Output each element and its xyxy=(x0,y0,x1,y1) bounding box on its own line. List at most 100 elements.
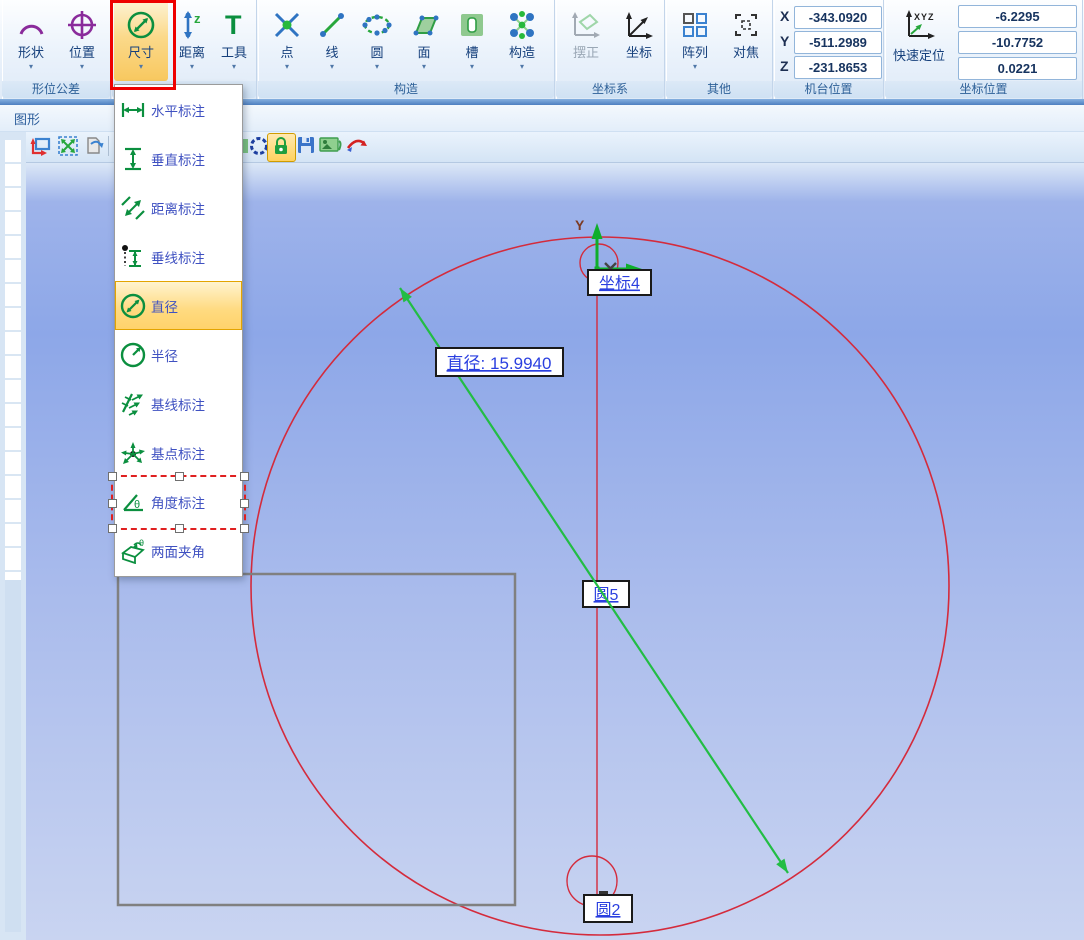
focus-bracket-icon xyxy=(730,5,762,45)
svg-text:z: z xyxy=(194,11,201,26)
angle-dimension-icon: θ xyxy=(115,489,151,515)
diameter-value-label[interactable]: 直径: 15.9940 xyxy=(436,348,563,376)
align-axes-icon xyxy=(570,5,602,45)
group-label-coord-position: 坐标位置 xyxy=(885,81,1082,98)
array-button[interactable]: 阵列 ▾ xyxy=(672,1,718,81)
basepoint-dimension-icon xyxy=(115,440,151,466)
group-label-coordsys: 坐标系 xyxy=(556,81,664,98)
menu-item-vertical-dimension[interactable]: 垂直标注 xyxy=(115,134,242,183)
svg-text:θ: θ xyxy=(139,538,144,548)
left-dock-strip[interactable] xyxy=(0,132,26,940)
group-label-form-tolerance: 形位公差 xyxy=(2,81,110,98)
menu-item-dihedral-angle[interactable]: θ 两面夹角 xyxy=(115,526,242,575)
pan-view-icon[interactable] xyxy=(30,135,52,157)
chevron-down-icon: ▾ xyxy=(139,62,143,71)
quick-locate-axes-icon: XYZ xyxy=(901,5,945,45)
svg-text:XYZ: XYZ xyxy=(914,12,935,22)
point-label: 点 xyxy=(280,45,293,60)
coord-value-1[interactable]: -6.2295 xyxy=(958,5,1077,28)
svg-text:圆5: 圆5 xyxy=(594,587,619,604)
coord-value-2[interactable]: -10.7752 xyxy=(958,31,1077,54)
coord-value-3[interactable]: 0.0221 xyxy=(958,57,1077,80)
ribbon-group-coord-position: XYZ 快速定位 -6.2295 -10.7752 0.0221 坐标位置 xyxy=(885,0,1083,99)
chevron-down-icon: ▾ xyxy=(80,62,84,71)
slot-button[interactable]: 槽 ▾ xyxy=(450,1,494,81)
coordinate-label: 坐标 xyxy=(626,45,652,60)
menu-item-radius[interactable]: 半径 xyxy=(115,330,242,379)
quick-locate-button[interactable]: XYZ 快速定位 xyxy=(891,1,955,81)
slot-icon xyxy=(458,5,486,45)
array-grid-icon xyxy=(681,5,709,45)
ribbon-group-construct: 点 ▾ 线 ▾ 圆 ▾ 面 ▾ 槽 xyxy=(258,0,555,99)
circle-icon xyxy=(361,5,393,45)
svg-text:θ: θ xyxy=(134,499,140,511)
menu-item-basepoint-dimension[interactable]: 基点标注 xyxy=(115,428,242,477)
perpendicular-dimension-icon xyxy=(115,244,151,270)
point-icon xyxy=(272,5,302,45)
point-button[interactable]: 点 ▾ xyxy=(266,1,308,81)
chevron-down-icon: ▾ xyxy=(232,62,236,71)
svg-text:坐标4: 坐标4 xyxy=(599,275,640,293)
position-target-icon xyxy=(67,5,97,45)
line-label: 线 xyxy=(325,45,338,60)
tab-graphics[interactable]: 图形 xyxy=(14,109,40,128)
flip-page-icon[interactable] xyxy=(84,135,106,157)
ribbon-group-form-tolerance: 形状 ▾ 位置 ▾ 形位公差 xyxy=(2,0,111,99)
coord4-label[interactable]: 坐标4 xyxy=(588,270,651,295)
dimension-dropdown-menu: 水平标注 垂直标注 距离标注 垂线标注 直径 半径 xyxy=(114,84,243,577)
y-axis-label: Y xyxy=(575,217,585,233)
dimension-button[interactable]: 尺寸 ▾ xyxy=(114,1,168,81)
dihedral-angle-icon: θ xyxy=(115,538,151,564)
menu-item-perpendicular-dimension[interactable]: 垂线标注 xyxy=(115,232,242,281)
horizontal-dimension-icon xyxy=(115,97,151,123)
chevron-down-icon: ▾ xyxy=(693,62,697,71)
tools-button[interactable]: T 工具 ▾ xyxy=(214,1,254,81)
menu-item-distance-dimension[interactable]: 距离标注 xyxy=(115,183,242,232)
position-button[interactable]: 位置 ▾ xyxy=(58,1,106,81)
coordinate-button[interactable]: 坐标 xyxy=(616,1,662,81)
plane-label: 面 xyxy=(417,45,430,60)
svg-text:直径: 15.9940: 直径: 15.9940 xyxy=(447,354,552,373)
plane-button[interactable]: 面 ▾ xyxy=(402,1,446,81)
ribbon-group-coordsys: 摆正 坐标 坐标系 xyxy=(556,0,665,99)
menu-item-baseline-dimension[interactable]: 基线标注 xyxy=(115,379,242,428)
align-button[interactable]: 摆正 xyxy=(560,1,612,81)
circle5-label[interactable]: 圆5 xyxy=(583,581,629,607)
circle2-label[interactable]: 圆2 xyxy=(584,891,632,922)
lock-icon[interactable] xyxy=(271,136,293,158)
shape-button[interactable]: 形状 ▾ xyxy=(8,1,54,81)
vertical-dimension-icon xyxy=(115,146,151,172)
radius-icon xyxy=(115,342,151,368)
shape-label: 形状 xyxy=(18,45,44,60)
chevron-down-icon: ▾ xyxy=(422,62,426,71)
circle-button[interactable]: 圆 ▾ xyxy=(356,1,398,81)
focus-label: 对焦 xyxy=(733,45,759,60)
chevron-down-icon: ▾ xyxy=(330,62,334,71)
align-label: 摆正 xyxy=(573,45,599,60)
left-dock-rows xyxy=(5,140,21,580)
diameter-icon xyxy=(115,293,151,319)
distance-z-icon: z xyxy=(178,5,206,45)
menu-item-angle-dimension[interactable]: θ 角度标注 xyxy=(115,477,242,526)
slot-label: 槽 xyxy=(465,45,478,60)
menu-item-horizontal-dimension[interactable]: 水平标注 xyxy=(115,85,242,134)
construct-button[interactable]: 构造 ▾ xyxy=(498,1,546,81)
ribbon-group-machine-position: X -343.0920 Y -511.2989 Z -231.8653 机台位置 xyxy=(774,0,884,99)
scene-view-icon[interactable] xyxy=(319,135,341,157)
plane-icon xyxy=(408,5,440,45)
menu-item-diameter[interactable]: 直径 xyxy=(115,281,242,330)
redo-arrow-icon[interactable] xyxy=(345,135,367,157)
machine-x-value[interactable]: -343.0920 xyxy=(794,6,882,29)
zoom-fit-icon[interactable] xyxy=(57,135,79,157)
machine-z-value[interactable]: -231.8653 xyxy=(794,56,882,79)
line-icon xyxy=(318,5,346,45)
toolbar-separator xyxy=(108,136,109,156)
coordinate-axes-icon xyxy=(623,5,655,45)
distance-button[interactable]: z 距离 ▾ xyxy=(170,1,214,81)
chevron-down-icon: ▾ xyxy=(29,62,33,71)
line-button[interactable]: 线 ▾ xyxy=(312,1,352,81)
save-icon[interactable] xyxy=(296,135,318,157)
machine-y-value[interactable]: -511.2989 xyxy=(794,31,882,54)
focus-button[interactable]: 对焦 xyxy=(722,1,770,81)
quick-locate-label: 快速定位 xyxy=(893,45,945,64)
